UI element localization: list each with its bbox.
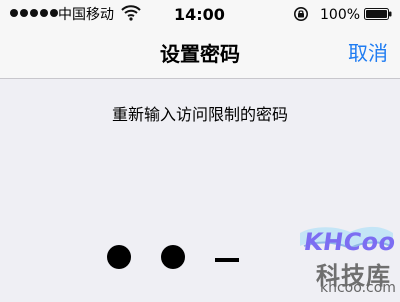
site-watermark: KHCoo 科技库 khcoo.com: [292, 198, 398, 298]
navigation-bar: 设置密码 取消: [0, 30, 400, 79]
signal-dot: [30, 9, 38, 17]
rotation-lock-icon: [294, 7, 308, 21]
signal-dot: [10, 9, 18, 17]
page-title: 设置密码: [160, 42, 240, 66]
passcode-prompt: 重新输入访问限制的密码: [111, 105, 288, 124]
passcode-input-indicator: [107, 245, 257, 271]
carrier-name: 中国移动: [58, 7, 114, 23]
filled-passcode-dot: [161, 245, 185, 269]
status-bar: 中国移动 14:00 100%: [0, 0, 400, 30]
wifi-icon: [121, 5, 141, 21]
battery-percentage: 100%: [320, 7, 361, 23]
status-time: 14:00: [174, 5, 225, 24]
signal-dot: [50, 9, 58, 17]
battery-icon: [364, 8, 392, 20]
signal-strength-dots: [10, 9, 58, 17]
cancel-button[interactable]: 取消: [348, 40, 388, 68]
signal-dot: [20, 9, 28, 17]
filled-passcode-dot: [107, 245, 131, 269]
signal-dot: [40, 9, 48, 17]
watermark-brand: KHCoo: [302, 228, 398, 256]
watermark-url: khcoo.com: [320, 280, 396, 296]
passcode-placeholder-dash: [215, 258, 239, 262]
